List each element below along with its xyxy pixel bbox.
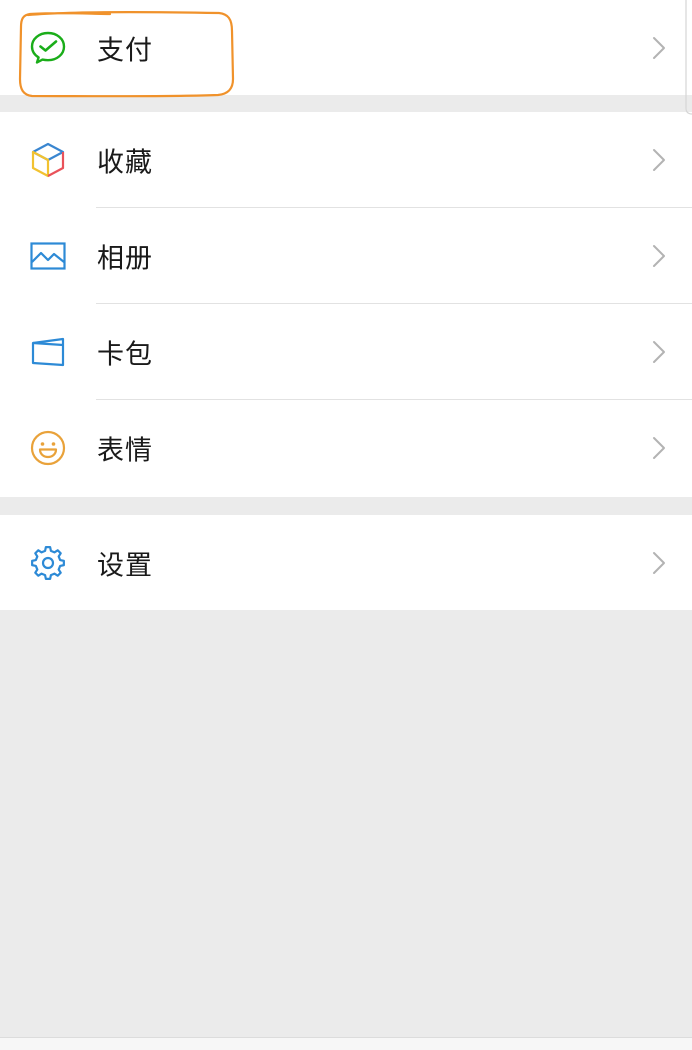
card-wallet-icon	[29, 333, 67, 371]
menu-item-settings[interactable]: 设置	[0, 515, 692, 610]
chevron-right-icon	[652, 244, 666, 268]
chevron-right-icon	[652, 148, 666, 172]
smiley-icon	[29, 429, 67, 467]
gear-icon	[29, 544, 67, 582]
chevron-right-icon	[652, 36, 666, 60]
menu-item-stickers[interactable]: 表情	[0, 400, 692, 496]
bottom-tab-bar	[0, 1037, 692, 1050]
menu-item-album[interactable]: 相册	[0, 208, 692, 304]
settings-group: 设置	[0, 515, 692, 610]
menu-item-label: 表情	[97, 435, 153, 467]
menu-item-cards[interactable]: 卡包	[0, 304, 692, 400]
menu-item-favorites[interactable]: 收藏	[0, 112, 692, 208]
cube-icon	[29, 141, 67, 179]
pay-group: 支付	[0, 0, 692, 95]
menu-item-label: 支付	[97, 35, 153, 66]
image-icon	[29, 237, 67, 275]
wechat-pay-icon	[29, 29, 67, 67]
menu-item-label: 收藏	[97, 147, 153, 179]
menu-item-label: 相册	[97, 243, 153, 275]
menu-item-label: 设置	[97, 550, 153, 581]
chevron-right-icon	[652, 436, 666, 460]
menu-item-label: 卡包	[97, 339, 153, 371]
features-group: 收藏 相册 卡包 表情	[0, 112, 692, 497]
chevron-right-icon	[652, 551, 666, 575]
chevron-right-icon	[652, 340, 666, 364]
menu-item-pay[interactable]: 支付	[0, 0, 692, 95]
